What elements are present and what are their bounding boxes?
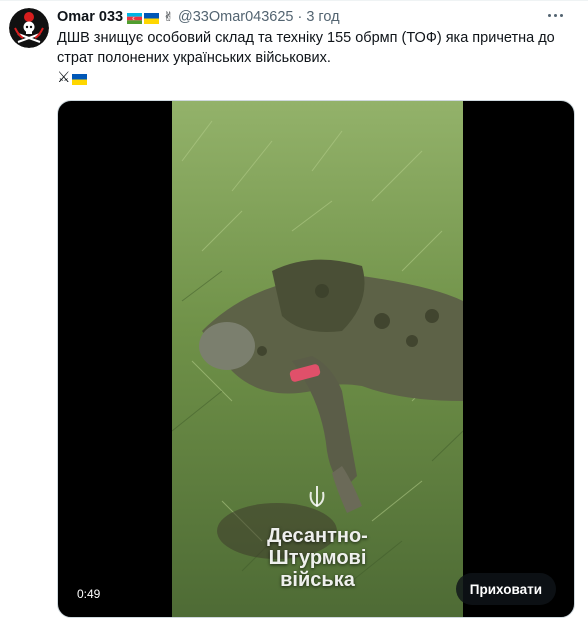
- victory-hand-icon: ✌: [163, 9, 175, 24]
- emoji-line: ⚔: [57, 68, 89, 86]
- tweet-header: Omar 033 ✌ @33Omar043625 · 3 год: [57, 7, 568, 27]
- azerbaijan-flag-icon: [127, 12, 143, 24]
- video-duration: 0:49: [72, 585, 106, 603]
- video-frame[interactable]: Десантно- Штурмові війська: [172, 101, 463, 617]
- watermark-line-3: війська: [280, 569, 355, 591]
- watermark-line-1: Десантно-: [267, 525, 368, 547]
- avatar[interactable]: [9, 8, 49, 48]
- ukraine-flag-icon: [72, 72, 88, 85]
- author-name[interactable]: Omar 033: [57, 9, 123, 25]
- author-handle[interactable]: @33Omar043625: [178, 9, 293, 25]
- tweet-text: ДШВ знищує особовий склад та техніку 155…: [57, 30, 555, 66]
- video-player[interactable]: Десантно- Штурмові війська 0:49 Приховат…: [57, 100, 575, 618]
- ukraine-flag-icon: [144, 12, 160, 24]
- divider: [0, 0, 588, 1]
- crossed-swords-icon: ⚔: [57, 69, 71, 86]
- more-options-icon[interactable]: [544, 6, 566, 24]
- hide-button[interactable]: Приховати: [455, 573, 556, 605]
- separator-dot: ·: [297, 9, 303, 25]
- watermark-line-2: Штурмові: [268, 547, 367, 569]
- timestamp[interactable]: 3 год: [306, 9, 339, 25]
